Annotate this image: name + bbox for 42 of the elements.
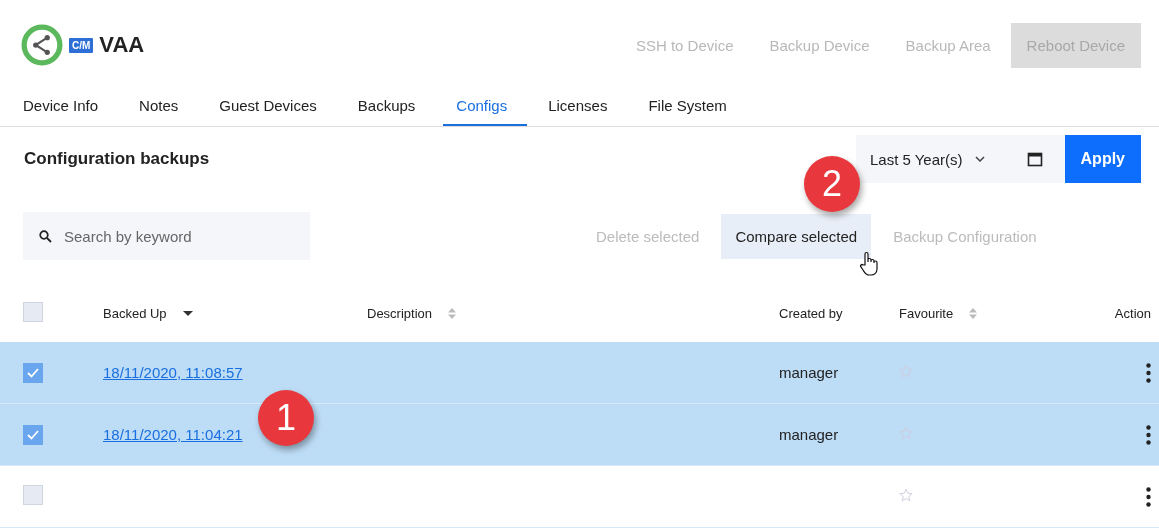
tab[interactable]: Guest Devices: [206, 89, 337, 126]
step-number-badge: 2: [804, 155, 860, 212]
tab[interactable]: Backups: [344, 89, 436, 126]
column-header: Created by: [779, 305, 843, 321]
search-field[interactable]: Search by keyword: [23, 212, 310, 260]
chevron-down-icon: [974, 156, 985, 162]
tab[interactable]: Configs: [443, 89, 528, 126]
apply-button[interactable]: Apply: [1064, 135, 1141, 183]
table-cell: manager: [779, 363, 839, 381]
section-title: Configuration backups: [24, 149, 210, 169]
share-logo-icon: [21, 24, 63, 66]
tab[interactable]: Notes: [126, 89, 199, 126]
row-checkbox[interactable]: [23, 362, 43, 383]
table-row[interactable]: 18/11/2020, 11:08:57 manager: [0, 342, 1159, 404]
check-icon: [27, 429, 39, 440]
more-options-icon[interactable]: [1146, 362, 1151, 383]
date-range-dropdown[interactable]: Last 5 Year(s): [856, 135, 999, 183]
sort-icon[interactable]: [448, 307, 457, 319]
row-checkbox[interactable]: [23, 424, 43, 445]
device-type-badge: C/M: [69, 37, 94, 53]
table-cell: manager: [779, 425, 839, 443]
check-icon: [27, 367, 39, 378]
column-header[interactable]: Backed Up: [103, 305, 167, 321]
more-options-icon[interactable]: [1146, 424, 1151, 445]
search-icon: [39, 230, 52, 243]
column-header[interactable]: Favourite: [899, 305, 954, 321]
row-checkbox[interactable]: [23, 484, 43, 505]
star-icon[interactable]: [899, 425, 913, 440]
tab[interactable]: File System: [635, 89, 747, 126]
select-all-checkbox[interactable]: [23, 301, 43, 322]
star-icon[interactable]: [899, 487, 913, 502]
calendar-icon[interactable]: [998, 135, 1065, 183]
toolbar-button[interactable]: Compare selected: [721, 213, 872, 259]
column-header[interactable]: Description: [367, 305, 433, 321]
sort-icon[interactable]: [969, 307, 978, 319]
more-options-icon[interactable]: [1146, 486, 1151, 507]
sort-descending-icon[interactable]: [182, 310, 193, 316]
device-title: VAA: [99, 32, 145, 58]
star-icon[interactable]: [899, 363, 913, 378]
tab[interactable]: Device Info: [10, 89, 119, 126]
tab[interactable]: Licenses: [535, 89, 628, 126]
column-header: Action: [1114, 305, 1151, 321]
